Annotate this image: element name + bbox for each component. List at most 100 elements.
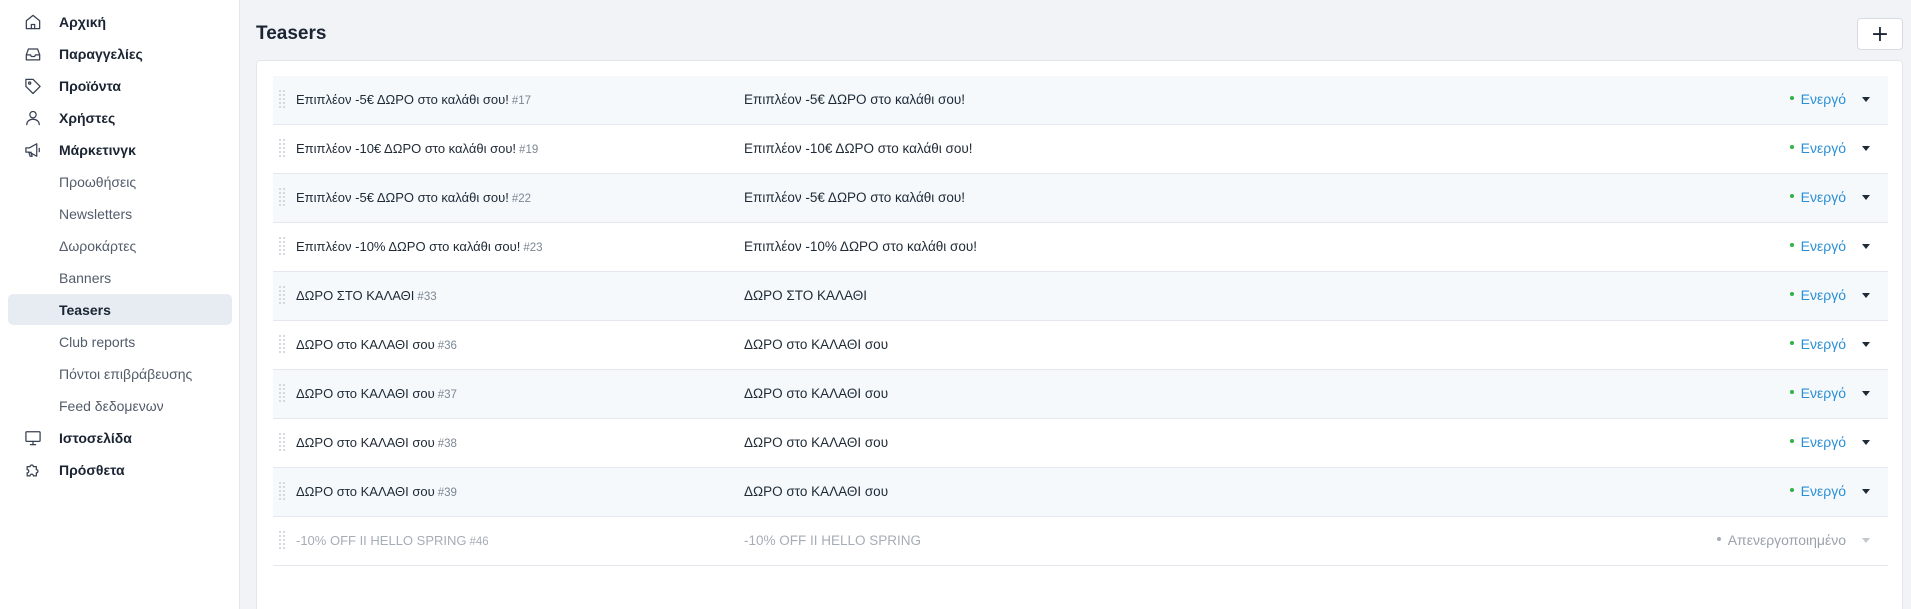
- status-dot-icon: [1789, 390, 1794, 395]
- teaser-description: -10% OFF II HELLO SPRING: [744, 533, 922, 548]
- chevron-down-icon[interactable]: [1862, 97, 1870, 102]
- status-dot-icon: [1789, 439, 1794, 444]
- chevron-down-icon[interactable]: [1862, 244, 1870, 249]
- add-teaser-button[interactable]: +: [1857, 18, 1903, 50]
- sidebar-subitem-banners[interactable]: Banners: [8, 262, 232, 293]
- status-dot-icon: [1789, 341, 1794, 346]
- table-row: ΔΩΡΟ στο ΚΑΛΑΘΙ σου #37 ΔΩΡΟ στο ΚΑΛΑΘΙ σ…: [273, 370, 1888, 419]
- drag-handle-icon[interactable]: [279, 90, 285, 108]
- chevron-down-icon[interactable]: [1862, 342, 1870, 347]
- chevron-down-icon[interactable]: [1862, 293, 1870, 298]
- table-row: ΔΩΡΟ στο ΚΑΛΑΘΙ σου #38 ΔΩΡΟ στο ΚΑΛΑΘΙ σ…: [273, 419, 1888, 468]
- sidebar-subitem-label: Newsletters: [59, 206, 133, 222]
- sidebar-subitem-teasers[interactable]: Teasers: [8, 294, 232, 325]
- drag-handle-icon[interactable]: [279, 188, 285, 206]
- sidebar-item-home[interactable]: Αρχική: [22, 9, 106, 35]
- sidebar-item-addons[interactable]: Πρόσθετα: [22, 457, 125, 483]
- chevron-down-icon[interactable]: [1862, 489, 1870, 494]
- megaphone-icon: [22, 139, 44, 161]
- drag-handle-icon[interactable]: [279, 237, 285, 255]
- status-badge[interactable]: Ενεργό: [1789, 483, 1846, 499]
- puzzle-icon: [22, 459, 44, 481]
- status-dot-icon: [1789, 145, 1794, 150]
- drag-handle-icon[interactable]: [279, 482, 285, 500]
- teaser-id: #38: [437, 438, 457, 450]
- sidebar-item-label: Πρόσθετα: [59, 462, 125, 478]
- table-row: Επιπλέον -10€ ΔΩΡΟ στο καλάθι σου! #19 Επ…: [273, 125, 1888, 174]
- sidebar-subitem-label: Teasers: [59, 302, 111, 318]
- teaser-id: #17: [511, 95, 531, 107]
- status-badge[interactable]: Ενεργό: [1789, 140, 1846, 156]
- sidebar-subitem-newsletters[interactable]: Newsletters: [8, 198, 232, 229]
- status-badge[interactable]: Απενεργοποιημένο: [1716, 532, 1846, 548]
- sidebar-item-orders[interactable]: Παραγγελίες: [22, 41, 143, 67]
- table-row: ΔΩΡΟ στο ΚΑΛΑΘΙ σου #39 ΔΩΡΟ στο ΚΑΛΑΘΙ σ…: [273, 468, 1888, 517]
- status-badge[interactable]: Ενεργό: [1789, 385, 1846, 401]
- sidebar-item-website[interactable]: Ιστοσελίδα: [22, 425, 132, 451]
- sidebar-item-label: Ιστοσελίδα: [59, 430, 132, 446]
- status-badge[interactable]: Ενεργό: [1789, 238, 1846, 254]
- sidebar-subitem-giftcards[interactable]: Δωροκάρτες: [8, 230, 232, 261]
- sidebar-subitem-reward-points[interactable]: Πόντοι επιβράβευσης: [8, 358, 232, 389]
- sidebar-subitem-label: Banners: [59, 270, 112, 286]
- teaser-description: Επιπλέον -10% ΔΩΡΟ στο καλάθι σου!: [744, 239, 978, 254]
- drag-handle-icon[interactable]: [279, 335, 285, 353]
- status-dot-icon: [1789, 243, 1794, 248]
- teaser-title-link[interactable]: Επιπλέον -5€ ΔΩΡΟ στο καλάθι σου! #17: [296, 92, 531, 107]
- status-dot-icon: [1789, 96, 1794, 101]
- sidebar-item-label: Παραγγελίες: [59, 46, 143, 62]
- table-row: Επιπλέον -5€ ΔΩΡΟ στο καλάθι σου! #22 Επι…: [273, 174, 1888, 223]
- teaser-title-link[interactable]: ΔΩΡΟ στο ΚΑΛΑΘΙ σου #39: [296, 484, 457, 499]
- teaser-id: #22: [511, 193, 531, 205]
- teaser-title-link[interactable]: Επιπλέον -10€ ΔΩΡΟ στο καλάθι σου! #19: [296, 141, 538, 156]
- table-row: ΔΩΡΟ στο ΚΑΛΑΘΙ σου #36 ΔΩΡΟ στο ΚΑΛΑΘΙ σ…: [273, 321, 1888, 370]
- teaser-title-link[interactable]: Επιπλέον -10% ΔΩΡΟ στο καλάθι σου! #23: [296, 239, 543, 254]
- table-row: ΔΩΡΟ ΣΤΟ ΚΑΛΑΘΙ #33 ΔΩΡΟ ΣΤΟ ΚΑΛΑΘΙ Ενεργ…: [273, 272, 1888, 321]
- teaser-id: #36: [437, 340, 457, 352]
- inbox-icon: [22, 43, 44, 65]
- status-badge[interactable]: Ενεργό: [1789, 91, 1846, 107]
- teaser-title-link[interactable]: ΔΩΡΟ στο ΚΑΛΑΘΙ σου #37: [296, 386, 457, 401]
- sidebar-subitem-label: Προωθήσεις: [59, 174, 137, 190]
- teaser-title-link[interactable]: ΔΩΡΟ στο ΚΑΛΑΘΙ σου #36: [296, 337, 457, 352]
- chevron-down-icon[interactable]: [1862, 195, 1870, 200]
- monitor-icon: [22, 427, 44, 449]
- drag-handle-icon[interactable]: [279, 531, 285, 549]
- status-dot-icon: [1789, 292, 1794, 297]
- drag-handle-icon[interactable]: [279, 139, 285, 157]
- teaser-id: #33: [417, 291, 437, 303]
- sidebar-subitem-club-reports[interactable]: Club reports: [8, 326, 232, 357]
- chevron-down-icon[interactable]: [1862, 538, 1870, 543]
- teaser-id: #19: [519, 144, 539, 156]
- sidebar-subitem-label: Club reports: [59, 334, 136, 350]
- teaser-description: ΔΩΡΟ στο ΚΑΛΑΘΙ σου: [744, 435, 889, 450]
- teaser-title-link[interactable]: Επιπλέον -5€ ΔΩΡΟ στο καλάθι σου! #22: [296, 190, 531, 205]
- status-badge[interactable]: Ενεργό: [1789, 434, 1846, 450]
- chevron-down-icon[interactable]: [1862, 391, 1870, 396]
- teaser-description: ΔΩΡΟ ΣΤΟ ΚΑΛΑΘΙ: [744, 288, 867, 303]
- status-badge[interactable]: Ενεργό: [1789, 189, 1846, 205]
- teaser-title-link[interactable]: -10% OFF II HELLO SPRING #46: [296, 533, 489, 548]
- sidebar-item-label: Μάρκετινγκ: [59, 142, 136, 158]
- teaser-title-link[interactable]: ΔΩΡΟ ΣΤΟ ΚΑΛΑΘΙ #33: [296, 288, 437, 303]
- status-badge[interactable]: Ενεργό: [1789, 336, 1846, 352]
- drag-handle-icon[interactable]: [279, 433, 285, 451]
- status-dot-icon: [1716, 537, 1721, 542]
- sidebar-item-marketing[interactable]: Μάρκετινγκ: [22, 137, 136, 163]
- sidebar-item-label: Αρχική: [59, 14, 107, 30]
- teaser-description: Επιπλέον -5€ ΔΩΡΟ στο καλάθι σου!: [744, 92, 965, 107]
- teaser-title-link[interactable]: ΔΩΡΟ στο ΚΑΛΑΘΙ σου #38: [296, 435, 457, 450]
- sidebar-item-label: Προϊόντα: [59, 78, 122, 94]
- status-dot-icon: [1789, 488, 1794, 493]
- sidebar-subitem-data-feed[interactable]: Feed δεδομενων: [8, 390, 232, 421]
- chevron-down-icon[interactable]: [1862, 440, 1870, 445]
- chevron-down-icon[interactable]: [1862, 146, 1870, 151]
- sidebar-item-label: Χρήστες: [59, 110, 116, 126]
- drag-handle-icon[interactable]: [279, 286, 285, 304]
- sidebar-item-users[interactable]: Χρήστες: [22, 105, 115, 131]
- sidebar-subitem-label: Δωροκάρτες: [59, 238, 137, 254]
- status-badge[interactable]: Ενεργό: [1789, 287, 1846, 303]
- sidebar-subitem-promotions[interactable]: Προωθήσεις: [8, 166, 232, 197]
- sidebar-item-products[interactable]: Προϊόντα: [22, 73, 121, 99]
- drag-handle-icon[interactable]: [279, 384, 285, 402]
